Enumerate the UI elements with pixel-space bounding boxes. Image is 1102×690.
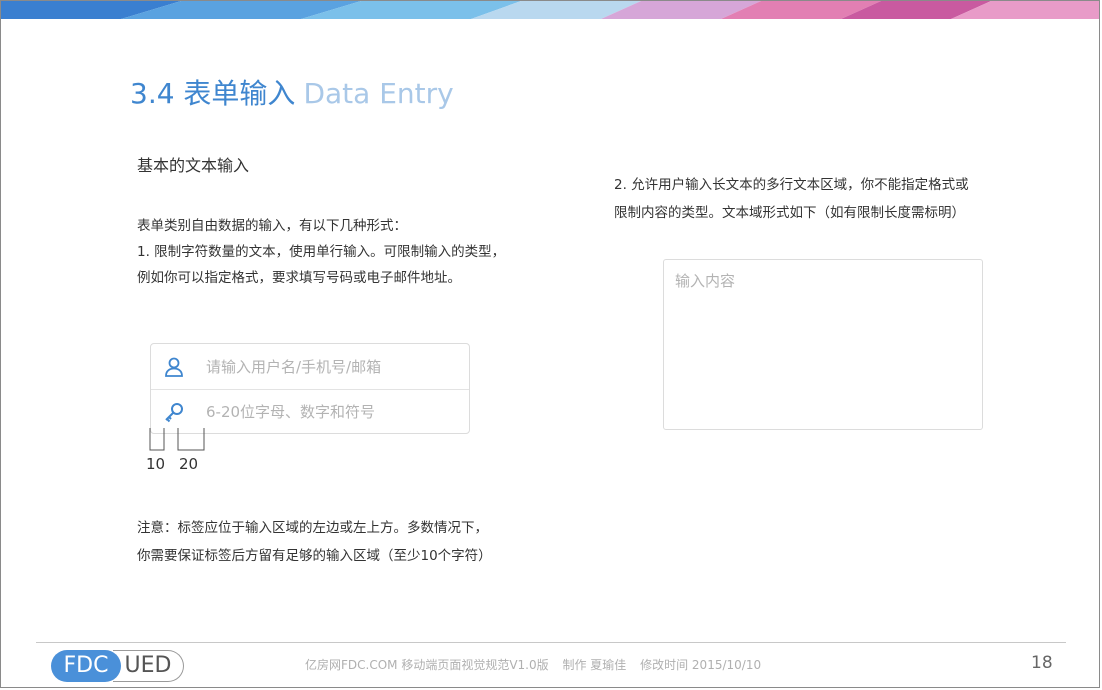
username-placeholder: 请输入用户名/手机号/邮箱: [206, 358, 382, 376]
page-title-cn: 3.4 表单输入: [130, 77, 296, 110]
username-field[interactable]: 请输入用户名/手机号/邮箱: [151, 344, 469, 390]
left-paragraph-line: 例如你可以指定格式，要求填写号码或电子邮件地址。: [137, 270, 461, 286]
page-title-en: Data Entry: [303, 77, 454, 110]
right-paragraph-line: 限制内容的类型。文本域形式如下（如有限制长度需标明）: [614, 205, 965, 221]
left-paragraph: 表单类别自由数据的输入，有以下几种形式： 1. 限制字符数量的文本，使用单行输入…: [137, 213, 577, 291]
note-line: 你需要保证标签后方留有足够的输入区域（至少10个字符）: [137, 548, 492, 564]
login-form-example: 请输入用户名/手机号/邮箱 6-20位字母、数字和符号: [150, 343, 470, 434]
page-title: 3.4 表单输入 Data Entry: [130, 76, 454, 112]
dimension-label-20: 20: [179, 455, 199, 473]
footer-modified: 修改时间 2015/10/10: [640, 658, 762, 672]
note-paragraph: 注意：标签应位于输入区域的左边或左上方。多数情况下， 你需要保证标签后方留有足够…: [137, 514, 597, 570]
footer-text: 亿房网FDC.COM 移动端页面视觉规范V1.0版 制作 夏瑜佳 修改时间 20…: [305, 656, 771, 673]
dimension-brackets: [146, 428, 208, 458]
right-paragraph: 2. 允许用户输入长文本的多行文本区域，你不能指定格式或 限制内容的类型。文本域…: [614, 171, 1044, 227]
section-heading: 基本的文本输入: [137, 156, 250, 175]
textarea-placeholder: 输入内容: [675, 272, 736, 290]
dimension-label-10: 10: [146, 455, 166, 473]
logo-fdc: FDC: [51, 650, 121, 682]
textarea-example[interactable]: 输入内容: [663, 259, 983, 430]
footer-author: 制作 夏瑜佳: [562, 658, 627, 672]
user-icon: [163, 356, 185, 378]
left-paragraph-line: 1. 限制字符数量的文本，使用单行输入。可限制输入的类型，: [137, 244, 506, 260]
right-paragraph-line: 2. 允许用户输入长文本的多行文本区域，你不能指定格式或: [614, 177, 969, 193]
footer-divider: [36, 642, 1066, 643]
top-banner-decoration: [1, 1, 1099, 19]
password-placeholder: 6-20位字母、数字和符号: [206, 403, 376, 421]
footer-site: 亿房网FDC.COM 移动端页面视觉规范V1.0版: [305, 658, 549, 672]
fdc-ued-logo: UED FDC: [51, 650, 185, 682]
note-line: 注意：标签应位于输入区域的左边或左上方。多数情况下，: [137, 520, 488, 536]
left-paragraph-line: 表单类别自由数据的输入，有以下几种形式：: [137, 218, 407, 234]
page-number: 18: [1031, 653, 1053, 673]
logo-ued: UED: [113, 650, 184, 682]
key-icon: [163, 401, 185, 423]
